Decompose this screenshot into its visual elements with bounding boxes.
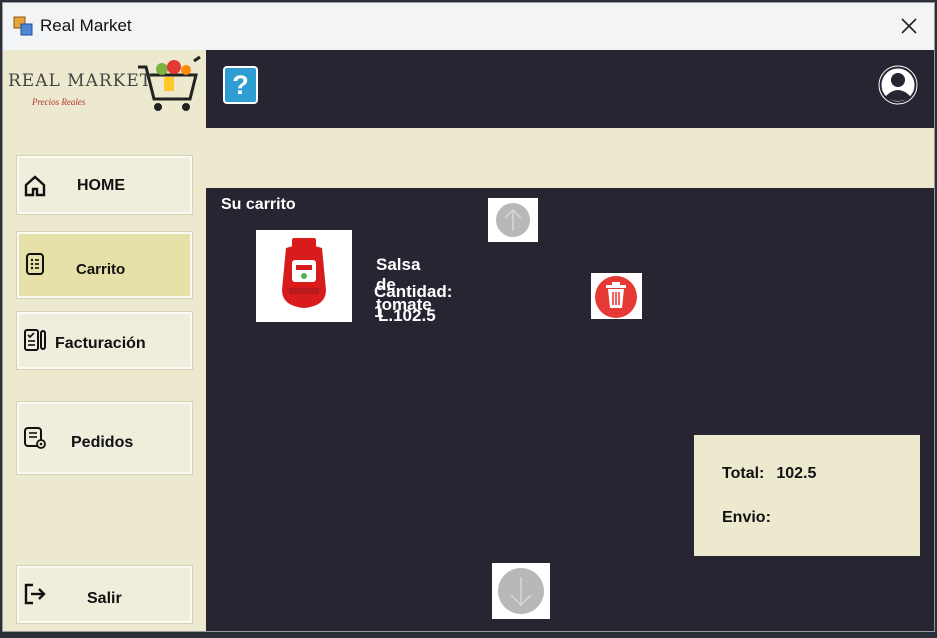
arrow-down-icon xyxy=(498,568,544,614)
top-bar: ? xyxy=(206,50,934,128)
home-icon xyxy=(24,175,46,197)
scroll-down-button[interactable] xyxy=(492,563,550,619)
total-label: Total: xyxy=(722,465,765,482)
shipping-label: Envio: xyxy=(722,509,771,526)
cart-list-icon xyxy=(26,253,44,275)
sidebar: REAL MARKET Precios Reales HOME Carrito … xyxy=(3,50,206,631)
header-band xyxy=(206,128,934,188)
sidebar-item-salir[interactable]: Salir xyxy=(17,566,192,623)
help-button[interactable]: ? xyxy=(223,66,258,104)
item-price: L.102.5 xyxy=(378,306,436,325)
sidebar-item-label: Facturación xyxy=(55,335,146,352)
sidebar-item-pedidos[interactable]: Pedidos xyxy=(17,402,192,474)
app-window: Real Market REAL MARKET Precios Reales H… xyxy=(2,2,935,632)
orders-icon xyxy=(24,427,46,449)
delete-item-button[interactable] xyxy=(589,271,644,321)
user-account-icon[interactable] xyxy=(876,63,920,107)
sidebar-item-label: HOME xyxy=(77,177,125,194)
product-image xyxy=(256,230,352,322)
shipping-row: Envio: xyxy=(722,509,783,527)
logout-icon xyxy=(24,583,46,605)
logo: REAL MARKET Precios Reales xyxy=(6,55,204,117)
title-bar: Real Market xyxy=(3,3,934,50)
app-icon xyxy=(13,16,33,36)
window-title: Real Market xyxy=(40,16,132,35)
total-value: 102.5 xyxy=(776,465,817,482)
sidebar-item-label: Carrito xyxy=(76,261,126,278)
arrow-up-icon xyxy=(496,203,530,237)
shopping-cart-logo-icon xyxy=(138,55,201,111)
logo-tagline: Precios Reales xyxy=(32,97,86,107)
total-row: Total: 102.5 xyxy=(722,465,816,483)
main-panel: ? Su carrito Salsa de tomate Cantidad: 1… xyxy=(206,50,934,631)
sidebar-item-label: Salir xyxy=(87,590,122,607)
sidebar-item-home[interactable]: HOME xyxy=(17,156,192,214)
close-icon[interactable] xyxy=(896,12,922,40)
order-summary: Total: 102.5 Envio: xyxy=(694,435,920,556)
sidebar-item-label: Pedidos xyxy=(71,434,134,451)
scroll-up-button[interactable] xyxy=(488,198,538,242)
sidebar-item-carrito[interactable]: Carrito xyxy=(17,232,192,298)
sidebar-item-facturacion[interactable]: Facturación xyxy=(17,312,192,369)
cart-title: Su carrito xyxy=(221,196,296,213)
logo-brand: REAL MARKET xyxy=(8,71,153,91)
trash-icon xyxy=(589,271,644,321)
invoice-icon xyxy=(24,329,46,351)
